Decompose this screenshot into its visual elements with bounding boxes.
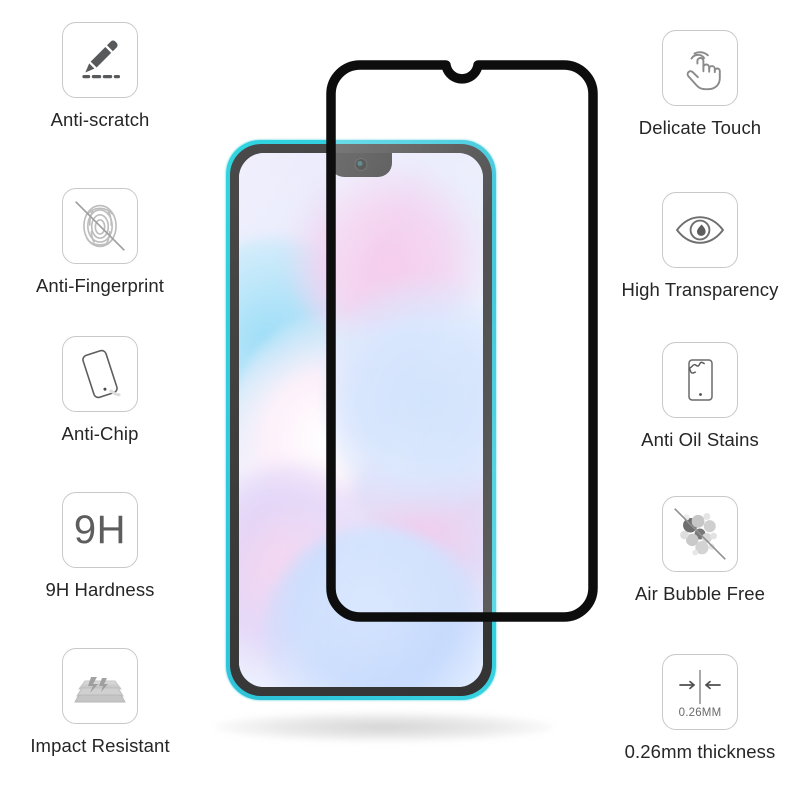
bubbles-crossed-icon [674,508,726,560]
feature-label: Impact Resistant [30,735,170,756]
tilted-phone-icon [82,349,121,399]
left-feature-column: Anti-scratch Anti-Fingerprint Anti-Chip … [0,0,200,800]
feature-label: 0.26mm thickness [624,741,776,762]
feature-anti-oil-stains[interactable]: Anti Oil Stains [600,342,800,450]
anti-fingerprint-icon-box [62,188,138,264]
phone-drop-shadow [214,712,554,742]
thickness-icon-box: 0.26MM [662,654,738,730]
high-transparency-icon-box [662,192,738,268]
right-feature-column: Delicate Touch High Transparency Anti Oi… [600,0,800,800]
feature-label: 9H Hardness [45,579,155,600]
touch-hand-icon [686,51,721,91]
feature-anti-fingerprint[interactable]: Anti-Fingerprint [0,188,200,296]
feature-high-transparency[interactable]: High Transparency [600,192,800,300]
feature-label: High Transparency [621,279,779,300]
tempered-glass-protector [326,60,598,622]
air-bubble-free-icon-box [662,496,738,572]
eye-icon [676,216,724,244]
impact-resistant-icon-box [62,648,138,724]
phone-oil-drop-icon [688,359,713,401]
feature-impact-resistant[interactable]: Impact Resistant [0,648,200,756]
layered-shield-icon [74,677,126,703]
feature-label: Anti-Fingerprint [35,275,165,296]
feature-9h-hardness[interactable]: 9H 9H Hardness [0,492,200,600]
feature-anti-scratch[interactable]: Anti-scratch [0,22,200,130]
pen-scratch-icon [82,40,121,79]
feature-thickness[interactable]: 0.26MM 0.26mm thickness [600,654,800,762]
delicate-touch-icon-box [662,30,738,106]
feature-air-bubble-free[interactable]: Air Bubble Free [600,496,800,604]
feature-label: Anti-scratch [50,109,150,130]
fingerprint-crossed-icon [75,201,125,251]
product-hero-image [186,40,616,770]
hardness-icon-box: 9H [62,492,138,568]
anti-scratch-icon-box [62,22,138,98]
feature-label: Anti Oil Stains [641,429,759,450]
9h-hardness-icon: 9H [73,508,127,552]
feature-label: Delicate Touch [638,117,762,138]
thickness-value-text: 0.26MM [678,707,722,719]
protector-outline [326,60,598,622]
anti-oil-stains-icon-box [662,342,738,418]
feature-anti-chip[interactable]: Anti-Chip [0,336,200,444]
feature-delicate-touch[interactable]: Delicate Touch [600,30,800,138]
feature-label: Anti-Chip [61,423,139,444]
anti-chip-icon-box [62,336,138,412]
feature-label: Air Bubble Free [634,583,766,604]
